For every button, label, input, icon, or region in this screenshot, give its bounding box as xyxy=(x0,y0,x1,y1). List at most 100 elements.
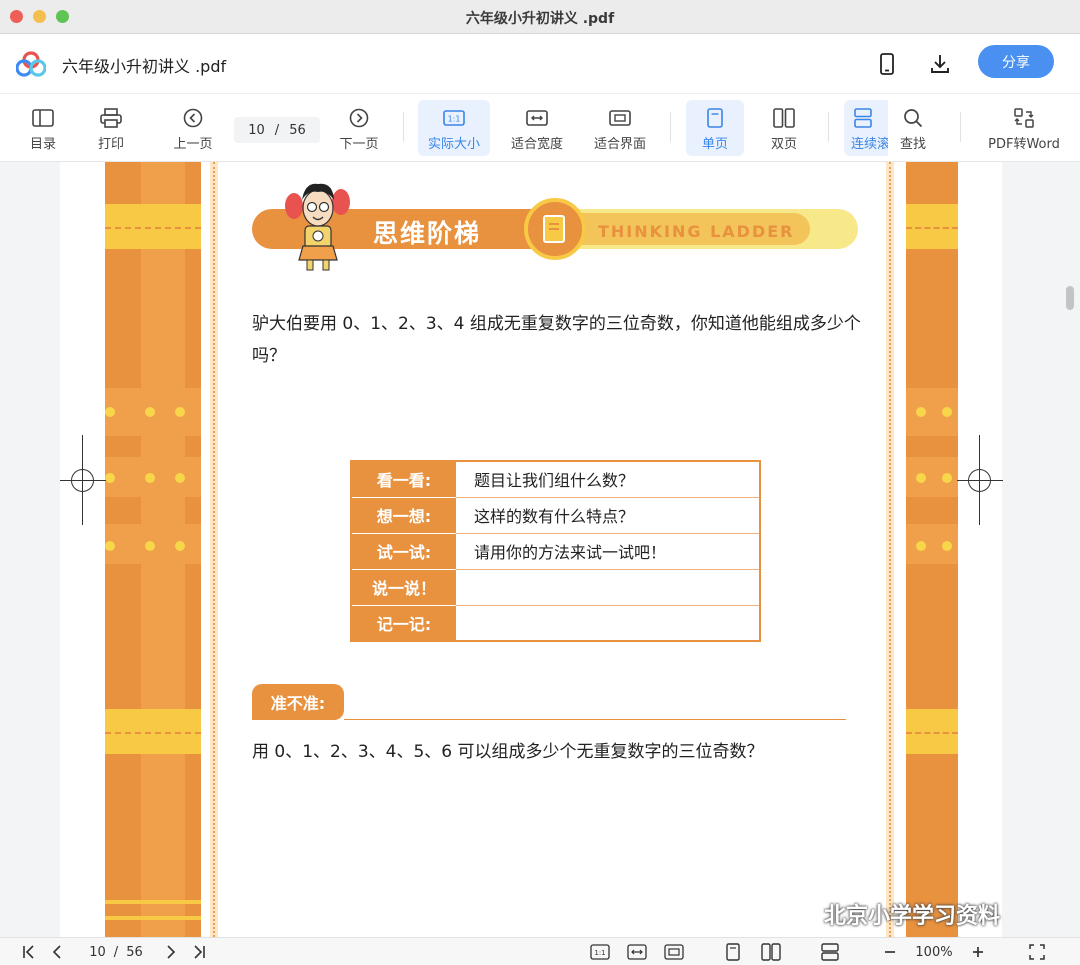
page-border-left xyxy=(105,162,201,937)
sidebar-icon xyxy=(31,106,55,130)
banner-english-title: THINKING LADDER xyxy=(598,222,795,241)
continuous-scroll-label: 连续滚 xyxy=(851,137,888,152)
single-page-icon[interactable] xyxy=(722,942,744,962)
step-value: 这样的数有什么特点？ xyxy=(456,497,760,534)
table-row: 想一想: 这样的数有什么特点？ xyxy=(351,497,760,534)
page-border-right xyxy=(906,162,958,937)
status-current-page: 10 xyxy=(89,944,106,960)
window-titlebar: 六年级小升初讲义 .pdf xyxy=(0,0,1080,34)
total-pages: 56 xyxy=(289,122,306,138)
double-page-button[interactable]: 双页 xyxy=(758,100,810,156)
table-row: 试一试: 请用你的方法来试一试吧！ xyxy=(351,533,760,570)
double-page-label: 双页 xyxy=(770,137,797,152)
page-dotted-edge-right xyxy=(886,162,894,937)
print-button[interactable]: 打印 xyxy=(88,100,134,156)
thinking-steps-table: 看一看: 题目让我们组什么数？ 想一想: 这样的数有什么特点？ 试一试: 请用你… xyxy=(350,460,761,642)
fit-width-icon[interactable] xyxy=(625,942,649,962)
fit-window-icon[interactable] xyxy=(662,942,686,962)
next-page-icon[interactable] xyxy=(160,942,182,962)
banner-title: 思维阶梯 xyxy=(373,219,482,248)
page-number-input[interactable]: 10 / 56 xyxy=(234,117,320,143)
toc-label: 目录 xyxy=(29,137,56,152)
prev-page-icon[interactable] xyxy=(46,942,68,962)
download-icon[interactable] xyxy=(926,50,954,78)
zoom-in-icon[interactable] xyxy=(967,942,989,962)
step-key: 看一看: xyxy=(351,461,456,498)
actual-size-icon[interactable]: 1:1 xyxy=(588,942,612,962)
step-key: 试一试: xyxy=(351,533,456,570)
status-page-indicator[interactable]: 10 / 56 xyxy=(78,942,154,962)
wechat-icon xyxy=(786,902,818,926)
pdf-page: THINKING LADDER 思维阶梯 驴大伯要用 0、1、2、3、4 组成无… xyxy=(60,162,1002,937)
document-viewer[interactable]: THINKING LADDER 思维阶梯 驴大伯要用 0、1、2、3、4 组成无… xyxy=(0,162,1080,937)
convert-icon xyxy=(1012,106,1036,130)
continuous-scroll-button[interactable]: 连续滚 xyxy=(844,100,888,156)
share-button[interactable]: 分享 xyxy=(978,45,1054,78)
section-tag: 准不准: xyxy=(252,684,344,720)
continuous-scroll-icon xyxy=(851,106,875,130)
table-row: 看一看: 题目让我们组什么数？ xyxy=(351,461,760,498)
next-page-button[interactable]: 下一页 xyxy=(332,100,386,156)
step-key: 想一想: xyxy=(351,497,456,534)
crop-mark-right xyxy=(957,435,1003,525)
svg-text:1:1: 1:1 xyxy=(594,949,605,957)
svg-text:1:1: 1:1 xyxy=(448,115,461,124)
app-logo-icon xyxy=(16,51,46,77)
table-row: 说一说！ xyxy=(351,569,760,606)
vertical-scrollbar[interactable] xyxy=(1066,286,1074,310)
toolbar: 目录 打印 上一页 10 / 56 下一页 1:1 实际大小 适合宽度 适合界面… xyxy=(0,94,1080,162)
window-title: 六年级小升初讲义 .pdf xyxy=(465,11,615,27)
single-page-button[interactable]: 单页 xyxy=(686,100,744,156)
actual-size-icon: 1:1 xyxy=(442,106,466,130)
actual-size-label: 实际大小 xyxy=(427,137,480,152)
step-value xyxy=(456,605,760,641)
status-bar: 10 / 56 1:1 100% xyxy=(0,937,1080,965)
step-key: 记一记: xyxy=(351,605,456,641)
phone-icon[interactable] xyxy=(873,50,901,78)
prev-page-label: 上一页 xyxy=(173,137,213,152)
cheerleader-mascot-icon xyxy=(285,183,350,271)
question-text: 驴大伯要用 0、1、2、3、4 组成无重复数字的三位奇数，你知道他能组成多少个吗… xyxy=(252,314,861,366)
fit-width-button[interactable]: 适合宽度 xyxy=(505,100,569,156)
actual-size-button[interactable]: 1:1 实际大小 xyxy=(418,100,490,156)
fit-width-label: 适合宽度 xyxy=(510,137,563,152)
toolbar-divider xyxy=(960,112,961,142)
status-page-separator: / xyxy=(113,944,119,960)
prev-page-button[interactable]: 上一页 xyxy=(166,100,220,156)
table-row: 记一记: xyxy=(351,605,760,641)
zoom-level[interactable]: 100% xyxy=(908,942,960,962)
double-page-icon xyxy=(772,106,796,130)
toc-button[interactable]: 目录 xyxy=(20,100,66,156)
fit-width-icon xyxy=(525,106,549,130)
single-page-icon xyxy=(703,106,727,130)
watermark: 北京小学学习资料 xyxy=(786,898,1000,930)
double-page-icon[interactable] xyxy=(760,942,782,962)
zoom-out-icon[interactable] xyxy=(879,942,901,962)
single-page-label: 单页 xyxy=(701,137,728,152)
watermark-text: 北京小学学习资料 xyxy=(824,904,1001,929)
find-button[interactable]: 查找 xyxy=(890,100,936,156)
fit-window-label: 适合界面 xyxy=(593,137,646,152)
pdf-to-word-button[interactable]: PDF转Word xyxy=(984,100,1064,156)
fit-window-button[interactable]: 适合界面 xyxy=(588,100,652,156)
first-page-icon[interactable] xyxy=(18,942,40,962)
toolbar-divider xyxy=(670,112,671,142)
next-page-label: 下一页 xyxy=(339,137,379,152)
step-value: 请用你的方法来试一试吧！ xyxy=(456,533,760,570)
continuous-scroll-icon[interactable] xyxy=(819,942,841,962)
page-dotted-edge-left xyxy=(210,162,218,937)
step-key: 说一说！ xyxy=(351,569,456,606)
toolbar-divider xyxy=(403,112,404,142)
document-title: 六年级小升初讲义 .pdf xyxy=(62,57,227,76)
book-badge-icon xyxy=(524,198,586,260)
practice-question-text: 用 0、1、2、3、4、5、6 可以组成多少个无重复数字的三位奇数？ xyxy=(252,742,764,762)
search-icon xyxy=(901,106,925,130)
crop-mark-left xyxy=(60,435,106,525)
section-divider xyxy=(344,719,846,720)
fullscreen-icon[interactable] xyxy=(1026,942,1048,962)
printer-icon xyxy=(99,106,123,130)
chevron-left-circle-icon xyxy=(181,106,205,130)
last-page-icon[interactable] xyxy=(188,942,210,962)
current-page: 10 xyxy=(248,122,265,138)
step-value: 题目让我们组什么数？ xyxy=(456,461,760,498)
